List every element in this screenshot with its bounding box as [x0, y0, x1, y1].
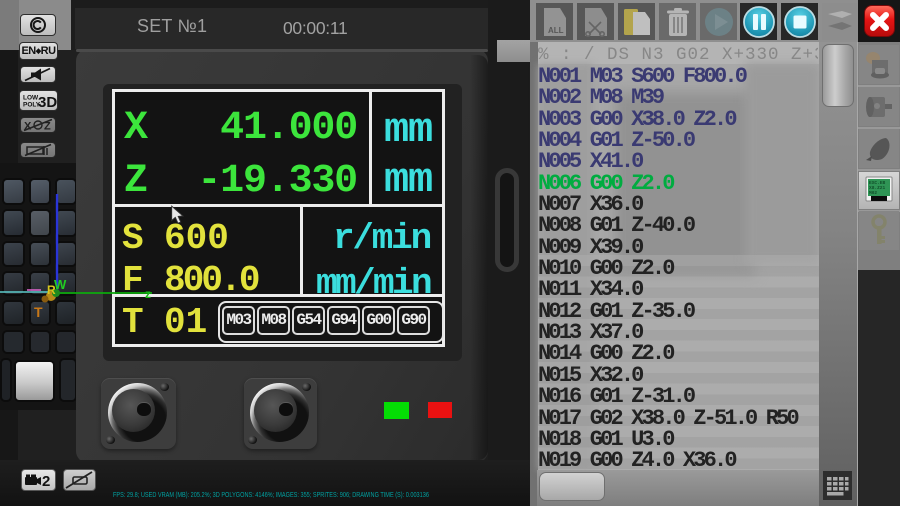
svg-text:M02: M02	[869, 190, 877, 196]
svg-text:3D: 3D	[38, 94, 57, 110]
svg-text:LOW: LOW	[23, 95, 39, 102]
svg-text:z: z	[145, 287, 151, 301]
svg-text:T: T	[34, 304, 43, 320]
svg-text:W: W	[54, 277, 67, 292]
svg-text:2: 2	[42, 473, 50, 490]
svg-text:R: R	[47, 283, 56, 297]
svg-text:ALL: ALL	[548, 26, 564, 35]
